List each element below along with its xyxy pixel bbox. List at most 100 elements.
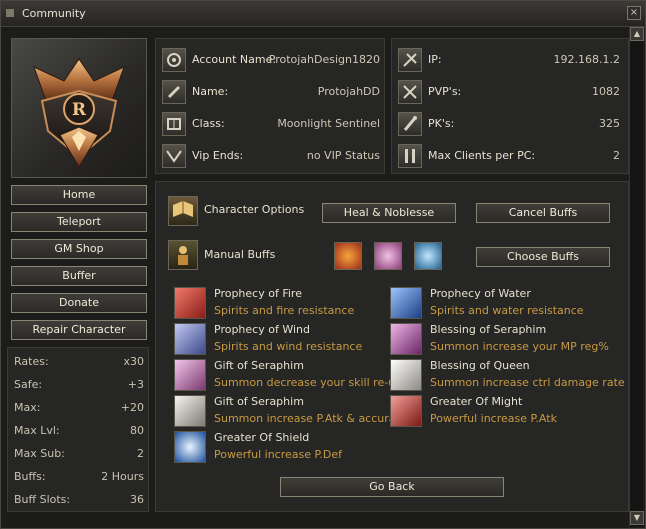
buff-name: Prophecy of Fire	[214, 287, 302, 300]
buff-name: Blessing of Queen	[430, 359, 530, 372]
blessing-of-queen-icon	[390, 359, 422, 391]
stat-max-sub: Max Sub: 2	[14, 447, 144, 463]
stat-value: 80	[130, 424, 144, 437]
class-icon	[162, 112, 186, 136]
buff-prophecy-of-wind[interactable]: Prophecy of Wind Spirits and wind resist…	[174, 322, 389, 356]
choose-buffs-button[interactable]: Choose Buffs	[476, 247, 610, 267]
manual-buffs-icon	[168, 240, 198, 270]
server-stats-panel: Rates: x30 Safe: +3 Max: +20 Max Lvl: 80…	[7, 347, 149, 512]
server-info-panel: IP: 192.168.1.2 PVP's: 1082 PK's: 325 Ma…	[391, 38, 629, 174]
buff-greater-of-might[interactable]: Greater Of Might Powerful increase P.Atk	[390, 394, 605, 428]
buff-greater-of-shield[interactable]: Greater Of Shield Powerful increase P.De…	[174, 430, 389, 464]
vip-row: Vip Ends: no VIP Status	[162, 144, 380, 170]
buff-name: Greater Of Might	[430, 395, 523, 408]
account-info-panel: Account Name: ProtojahDesign1820 Name: P…	[155, 38, 385, 174]
blessing-of-seraphim-icon	[390, 323, 422, 355]
buff-blessing-of-seraphim[interactable]: Blessing of Seraphim Summon increase you…	[390, 322, 609, 356]
account-name-value: ProtojahDesign1820	[268, 53, 380, 66]
pk-row: PK's: 325	[398, 112, 620, 138]
buff-description: Summon increase ctrl damage rate	[430, 376, 625, 389]
donate-button[interactable]: Donate	[11, 293, 147, 313]
info-label: PVP's:	[428, 85, 462, 98]
stat-value: x30	[123, 355, 144, 368]
max-clients-row: Max Clients per PC: 2	[398, 144, 620, 170]
account-name-row: Account Name: ProtojahDesign1820	[162, 48, 380, 74]
clients-icon	[398, 144, 422, 168]
info-label: PK's:	[428, 117, 455, 130]
home-button[interactable]: Home	[11, 185, 147, 205]
stat-label: Max:	[14, 401, 41, 414]
buff-description: Spirits and water resistance	[430, 304, 584, 317]
teleport-button[interactable]: Teleport	[11, 212, 147, 232]
prophecy-of-fire-icon	[174, 287, 206, 319]
vip-icon	[162, 144, 186, 168]
info-label: Name:	[192, 85, 229, 98]
scrollbar[interactable]: ▲ ▼	[629, 27, 644, 527]
prophecy-of-wind-icon	[174, 323, 206, 355]
pvp-icon	[398, 80, 422, 104]
character-name-row: Name: ProtojahDD	[162, 80, 380, 106]
info-label: Account Name:	[192, 53, 277, 66]
greater-of-might-icon	[390, 395, 422, 427]
buff-name: Gift of Seraphim	[214, 359, 304, 372]
stat-buff-slots: Buff Slots: 36	[14, 493, 144, 509]
stat-value: +20	[120, 401, 144, 414]
stat-max-lvl: Max Lvl: 80	[14, 424, 144, 440]
window-icon	[6, 9, 14, 17]
class-row: Class: Moonlight Sentinel	[162, 112, 380, 138]
ip-value: 192.168.1.2	[553, 53, 620, 66]
buff-name: Prophecy of Wind	[214, 323, 310, 336]
stat-label: Buff Slots:	[14, 493, 71, 506]
buffer-panel: Character Options Heal & Noblesse Cancel…	[155, 181, 629, 512]
community-window: Community × ▲ ▼ R Home Teleport GM Shop …	[0, 0, 646, 529]
book-icon	[168, 196, 198, 226]
svg-text:R: R	[72, 100, 87, 120]
buff-prophecy-of-fire[interactable]: Prophecy of Fire Spirits and fire resist…	[174, 286, 389, 320]
gm-shop-button[interactable]: GM Shop	[11, 239, 147, 259]
max-clients-value: 2	[613, 149, 620, 162]
pvp-value: 1082	[592, 85, 620, 98]
buff-description: Spirits and wind resistance	[214, 340, 363, 353]
gift-of-seraphim-icon	[174, 395, 206, 427]
account-icon	[162, 48, 186, 72]
stat-label: Safe:	[14, 378, 43, 391]
greater-of-shield-icon	[174, 431, 206, 463]
buff-gift-of-seraphim[interactable]: Gift of Seraphim Summon decrease your sk…	[174, 358, 408, 392]
pk-icon	[398, 112, 422, 136]
title-bar[interactable]: Community ×	[1, 1, 645, 27]
go-back-button[interactable]: Go Back	[280, 477, 504, 497]
stat-label: Max Sub:	[14, 447, 65, 460]
seraphim-buff-icon[interactable]	[374, 242, 402, 270]
buff-name: Blessing of Seraphim	[430, 323, 547, 336]
repair-character-button[interactable]: Repair Character	[11, 320, 147, 340]
character-options-label: Character Options	[204, 203, 305, 216]
vip-value: no VIP Status	[306, 149, 380, 162]
gift-of-seraphim-icon	[174, 359, 206, 391]
info-label: Vip Ends:	[192, 149, 244, 162]
cancel-buffs-button[interactable]: Cancel Buffs	[476, 203, 610, 223]
stat-label: Buffs:	[14, 470, 46, 483]
buffer-button[interactable]: Buffer	[11, 266, 147, 286]
emblem-icon: R	[33, 58, 125, 168]
buff-description: Spirits and fire resistance	[214, 304, 355, 317]
buff-blessing-of-queen[interactable]: Blessing of Queen Summon increase ctrl d…	[390, 358, 625, 392]
water-buff-icon[interactable]	[414, 242, 442, 270]
pk-value: 325	[599, 117, 620, 130]
heal-noblesse-button[interactable]: Heal & Noblesse	[322, 203, 456, 223]
stat-safe: Safe: +3	[14, 378, 144, 394]
name-icon	[162, 80, 186, 104]
buff-name: Greater Of Shield	[214, 431, 310, 444]
scroll-up-button[interactable]: ▲	[630, 27, 644, 41]
buff-prophecy-of-water[interactable]: Prophecy of Water Spirits and water resi…	[390, 286, 605, 320]
buff-gift-of-seraphim-2[interactable]: Gift of Seraphim Summon increase P.Atk &…	[174, 394, 408, 428]
stat-label: Max Lvl:	[14, 424, 60, 437]
close-button[interactable]: ×	[627, 6, 641, 20]
stat-value: 2 Hours	[101, 470, 144, 483]
stat-buffs: Buffs: 2 Hours	[14, 470, 144, 486]
scroll-down-button[interactable]: ▼	[630, 511, 644, 525]
buff-name: Prophecy of Water	[430, 287, 531, 300]
ip-icon	[398, 48, 422, 72]
fire-buff-icon[interactable]	[334, 242, 362, 270]
stat-value: +3	[127, 378, 144, 391]
buff-description: Powerful increase P.Atk	[430, 412, 557, 425]
